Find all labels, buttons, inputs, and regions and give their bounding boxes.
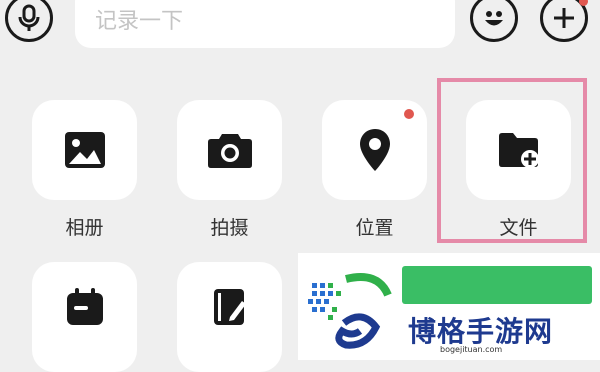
watermark-logo-icon — [308, 273, 392, 349]
emoji-button[interactable] — [470, 0, 518, 42]
file-highlight-box — [437, 78, 587, 243]
notebook-edit-icon — [213, 289, 246, 325]
plus-icon — [554, 8, 574, 28]
tile-notebook[interactable] — [177, 262, 282, 372]
tile-label-location: 位置 — [355, 217, 394, 239]
location-pin-icon — [359, 129, 390, 171]
input-toolbar — [0, 0, 600, 64]
tile-photos[interactable] — [32, 100, 137, 200]
location-badge — [404, 109, 414, 119]
tile-calendar[interactable] — [32, 262, 137, 372]
add-badge — [579, 0, 588, 6]
watermark-banner — [402, 266, 592, 304]
tile-label-photos: 相册 — [65, 217, 104, 239]
note-input-field[interactable] — [75, 0, 455, 48]
calendar-icon — [66, 288, 103, 325]
watermark-overlay: 博格手游网 bogejituan.com — [298, 253, 600, 360]
microphone-icon — [18, 4, 40, 31]
watermark-title: 博格手游网 — [408, 315, 554, 348]
tile-label-camera: 拍摄 — [210, 217, 249, 239]
add-button[interactable] — [540, 0, 588, 42]
note-input[interactable] — [93, 4, 437, 38]
watermark-url: bogejituan.com — [440, 345, 503, 354]
camera-icon — [207, 134, 252, 168]
voice-input-button[interactable] — [5, 0, 53, 42]
emoji-icon — [485, 11, 503, 26]
photo-icon — [64, 132, 105, 168]
tile-camera[interactable] — [177, 100, 282, 200]
